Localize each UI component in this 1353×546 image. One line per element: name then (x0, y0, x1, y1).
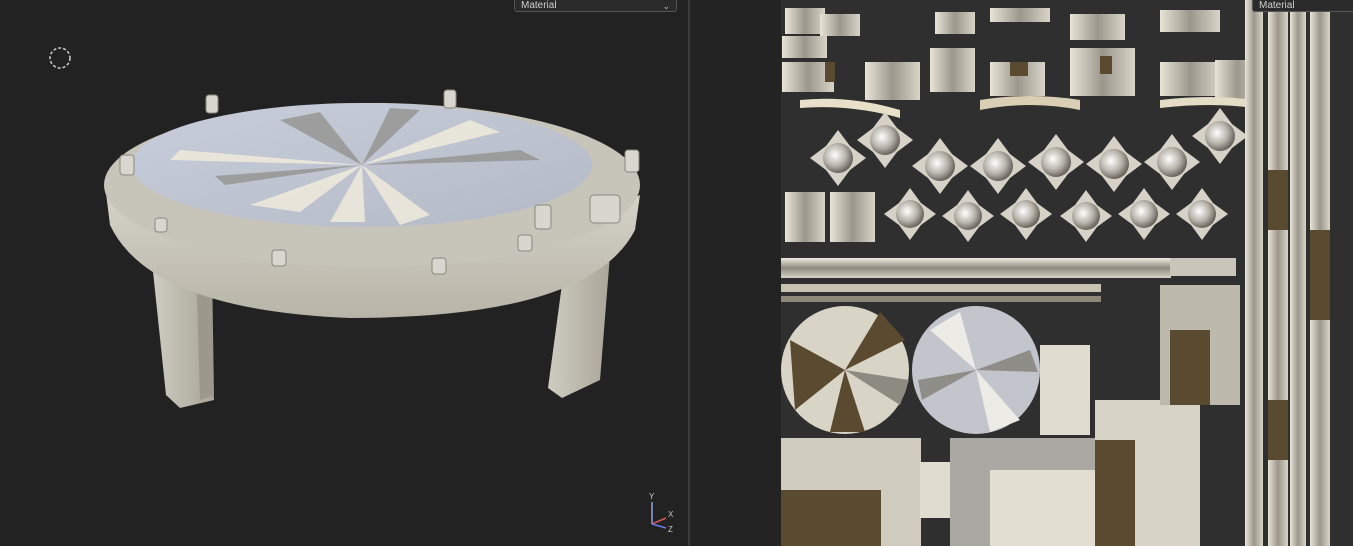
3d-viewport[interactable]: Material ⌄ Y X Z (0, 0, 688, 546)
uv-editor[interactable]: Material (690, 0, 1353, 546)
texture-image (781, 0, 1353, 546)
uv-shading-value: Material (1259, 0, 1295, 11)
gizmo-y-label: Y (649, 492, 655, 501)
axis-gizmo[interactable]: Y X Z (642, 490, 678, 536)
gizmo-x-label: X (668, 510, 674, 519)
table-model[interactable] (0, 0, 688, 546)
gizmo-z-label: Z (668, 525, 673, 534)
uv-disc (781, 306, 909, 434)
uv-disc (912, 306, 1040, 434)
uv-shading-dropdown[interactable]: Material (1252, 0, 1353, 12)
